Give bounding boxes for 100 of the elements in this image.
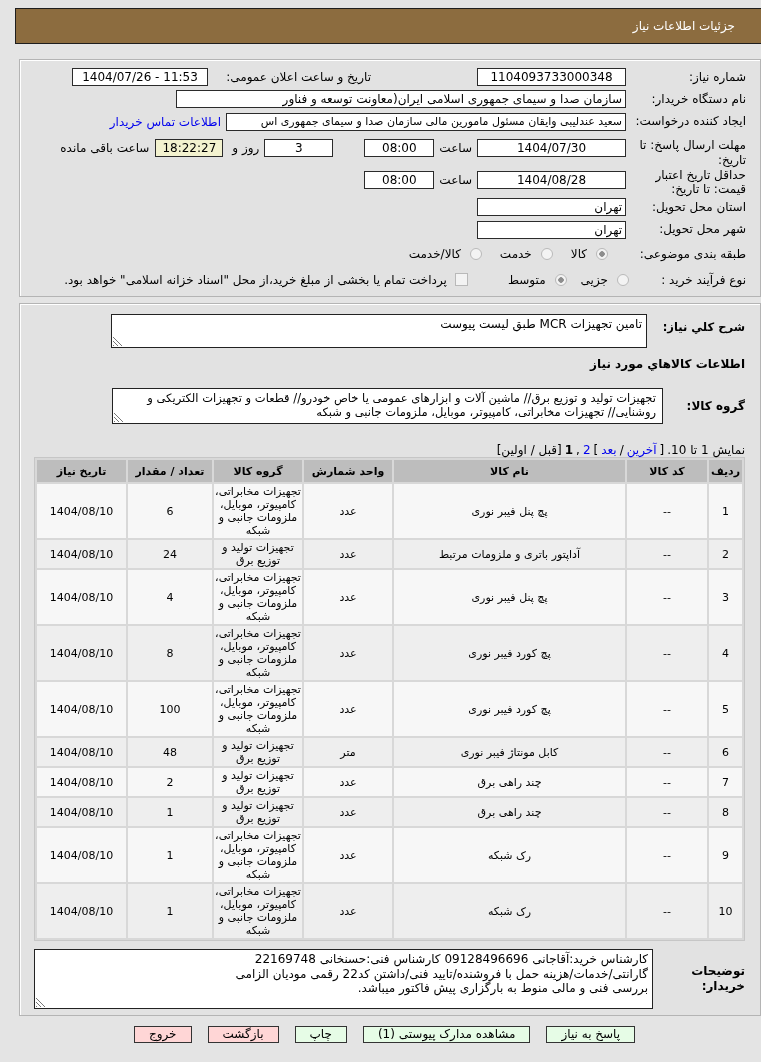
table-cell: 1	[128, 798, 212, 826]
radio-button[interactable]	[469, 248, 482, 260]
table-cell: تجهیزات مخابراتی، کامپیوتر، موبایل، ملزومات جانبی و شبکه	[214, 626, 302, 680]
city-field[interactable]: تهران	[477, 220, 626, 239]
table-cell: کابل مونتاژ فیبر نوری	[394, 738, 625, 766]
deadline-time-field[interactable]: 08:00	[364, 139, 435, 157]
field-label: شرح کلي نیاز:	[661, 319, 745, 336]
table-cell: 8	[128, 626, 212, 680]
table-cell: تجهیزات تولید و توزیع برق	[214, 798, 302, 826]
table-cell: پچ کورد فیبر نوری	[394, 682, 625, 736]
action-button[interactable]: خروج	[133, 1026, 192, 1043]
action-button[interactable]: بازگشت	[207, 1026, 279, 1043]
table-cell: عدد	[304, 768, 392, 796]
table-cell: 24	[128, 540, 212, 568]
field-label: گروه کالا:	[685, 399, 745, 413]
buyer-notes-field[interactable]: کارشناس خرید:آقاجانی 09128496696 کارشناس فنی:حسنخانی 22169748 گارانتی/خدمات/هزینه حمل با فروشنده/تایید فنی/داشتن کد22 رقمی مودیان الزامی بررسی فنی و مالی منوط به بارگزاری پیش فاکتور میباشد.	[34, 949, 653, 1009]
field-label: حداقل تاریخ اعتبار قیمت: تا تاریخ:	[654, 168, 746, 196]
action-button[interactable]: مشاهده مدارک پیوستی (1)	[362, 1026, 531, 1043]
radio-label: متوسط	[507, 272, 546, 287]
column-header: تعداد / مقدار	[128, 460, 212, 482]
table-cell: --	[627, 682, 707, 736]
table-cell: 5	[709, 682, 742, 736]
radio-button[interactable]	[540, 248, 553, 260]
deadline-date-field[interactable]: 1404/07/30	[477, 139, 626, 157]
requester-field[interactable]: سعید عندلیبی وایقان مسئول مامورین مالی سازمان صدا و سیمای جمهوری اس	[226, 112, 626, 131]
action-button[interactable]: چاپ	[294, 1026, 347, 1043]
resize-grip-icon[interactable]	[36, 998, 45, 1007]
resize-grip-icon[interactable]	[114, 413, 123, 422]
field-label: شماره نیاز:	[688, 69, 746, 85]
table-cell: --	[627, 798, 707, 826]
radio-button[interactable]	[554, 273, 567, 286]
table-cell: عدد	[304, 484, 392, 538]
checkbox[interactable]	[454, 273, 468, 286]
table-cell: آداپتور باتری و ملزومات مرتبط	[394, 540, 625, 568]
table-cell: 6	[128, 484, 212, 538]
table-cell: عدد	[304, 570, 392, 624]
contact-info-link[interactable]: اطلاعات تماس خریدار	[109, 114, 221, 129]
table-cell: 1404/08/10	[37, 828, 126, 882]
buyer-org-field[interactable]: سازمان صدا و سیمای جمهوری اسلامی ایران(معاونت توسعه و فناور	[176, 90, 626, 108]
table-cell: تجهیزات مخابراتی، کامپیوتر، موبایل، ملزومات جانبی و شبکه	[214, 570, 302, 624]
action-button[interactable]: پاسخ به نیاز	[546, 1026, 636, 1043]
table-cell: رک شبکه	[394, 884, 625, 938]
table-cell: عدد	[304, 884, 392, 938]
province-field[interactable]: تهران	[477, 198, 626, 216]
table-cell: 100	[128, 682, 212, 736]
table-cell: 48	[128, 738, 212, 766]
field-label: استان محل تحویل:	[650, 199, 746, 215]
table-cell: --	[627, 570, 707, 624]
field-label: مهلت ارسال پاسخ: تا تاریخ:	[638, 138, 746, 168]
table-cell: 1	[709, 484, 742, 538]
table-cell: 1404/08/10	[37, 738, 126, 766]
table-cell: 4	[128, 570, 212, 624]
radio-label: خدمت	[499, 247, 532, 261]
table-cell: 1404/08/10	[37, 540, 126, 568]
validity-time-field[interactable]: 08:00	[364, 171, 435, 189]
table-cell: تجهیزات مخابراتی، کامپیوتر، موبایل، ملزومات جانبی و شبکه	[214, 682, 302, 736]
section-heading: اطلاعات کالاهاي مورد نیاز	[588, 357, 745, 372]
table-cell: 2	[128, 768, 212, 796]
table-cell: 4	[709, 626, 742, 680]
column-header: نام کالا	[394, 460, 625, 482]
table-cell: --	[627, 484, 707, 538]
table-cell: عدد	[304, 626, 392, 680]
table-cell: 6	[709, 738, 742, 766]
goods-group-field[interactable]: تجهیزات تولید و توزیع برق// ماشین آلات و ابزارهای عمومی یا خاص خودرو// قطعات و تجهیزات الکتریکی و روشنایی// تجهیزات مخابراتی، کامپیوتر، موبایل، ملزومات جانبی و شبکه	[112, 388, 663, 424]
table-cell: 1404/08/10	[37, 570, 126, 624]
radio-button[interactable]	[617, 273, 629, 286]
page-link[interactable]: بعد	[601, 443, 617, 457]
table-cell: --	[627, 738, 707, 766]
table-cell: --	[627, 626, 707, 680]
table-cell: --	[627, 828, 707, 882]
announce-date-field[interactable]: 1404/07/26 - 11:53	[72, 68, 208, 86]
table-cell: 1	[128, 884, 212, 938]
days-label: روز و	[232, 140, 260, 157]
column-header: کد کالا	[627, 460, 707, 482]
table-cell: 7	[709, 768, 742, 796]
resize-grip-icon[interactable]	[113, 337, 122, 346]
table-cell: چند راهی برق	[394, 768, 625, 796]
radio-label: جزیی	[580, 272, 608, 287]
field-label: طبقه بندی موضوعی:	[638, 246, 746, 262]
description-field[interactable]: تامین تجهیزات MCR طبق لیست پیوست	[111, 314, 647, 348]
column-header: گروه کالا	[214, 460, 302, 482]
time-left-field[interactable]: 18:22:27	[155, 139, 224, 157]
radio-button[interactable]	[596, 248, 608, 260]
table-cell: 9	[709, 828, 742, 882]
table-cell: 1	[128, 828, 212, 882]
page-link[interactable]: آخرین	[626, 443, 657, 457]
need-number-field[interactable]: 1104093733000348	[477, 68, 626, 86]
field-label: ایجاد کننده درخواست:	[634, 114, 746, 129]
table-cell: عدد	[304, 828, 392, 882]
validity-date-field[interactable]: 1404/08/28	[477, 171, 626, 189]
table-cell: 2	[709, 540, 742, 568]
days-left-field[interactable]: 3	[264, 139, 334, 157]
table-cell: پچ کورد فیبر نوری	[394, 626, 625, 680]
table-cell: 1404/08/10	[37, 884, 126, 938]
page-link[interactable]: 2	[582, 443, 591, 457]
table-cell: پچ پنل فیبر نوری	[394, 570, 625, 624]
radio-label: کالا	[570, 247, 587, 261]
table-cell: عدد	[304, 798, 392, 826]
table-cell: عدد	[304, 682, 392, 736]
time-left-label: ساعت باقی مانده	[60, 140, 150, 157]
